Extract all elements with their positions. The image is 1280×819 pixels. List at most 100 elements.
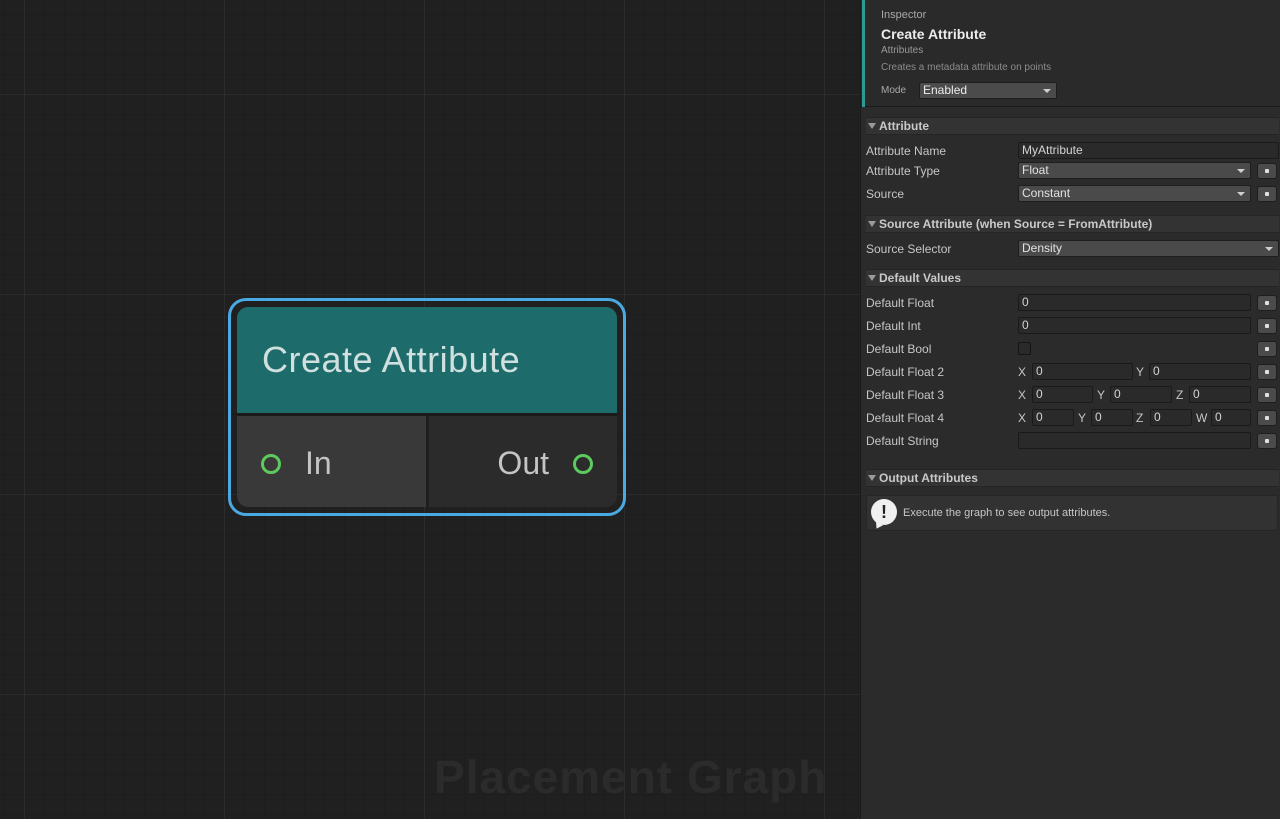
default-int-reset-button[interactable] bbox=[1257, 318, 1277, 334]
collapse-triangle-icon[interactable] bbox=[868, 221, 876, 227]
section-attribute[interactable]: Attribute bbox=[866, 117, 1279, 135]
chevron-down-icon bbox=[1043, 89, 1051, 93]
default-float4-y-value: 0 bbox=[1095, 410, 1102, 424]
default-int-value: 0 bbox=[1022, 318, 1029, 332]
default-float-field[interactable]: 0 bbox=[1018, 294, 1251, 311]
section-source-attribute[interactable]: Source Attribute (when Source = FromAttr… bbox=[866, 215, 1279, 233]
section-default-values[interactable]: Default Values bbox=[866, 269, 1279, 287]
default-float3-z-value: 0 bbox=[1193, 387, 1200, 401]
source-selector-label: Source Selector bbox=[866, 242, 952, 256]
section-output-attributes[interactable]: Output Attributes bbox=[866, 469, 1279, 487]
default-string-label: Default String bbox=[866, 434, 939, 448]
chevron-down-icon bbox=[1237, 192, 1245, 196]
section-title: Default Values bbox=[879, 271, 962, 285]
attribute-type-reset-button[interactable] bbox=[1257, 163, 1277, 179]
chevron-down-icon bbox=[1237, 169, 1245, 173]
section-title: Attribute bbox=[879, 119, 929, 133]
default-int-label: Default Int bbox=[866, 319, 921, 333]
default-int-field[interactable]: 0 bbox=[1018, 317, 1251, 334]
info-exclamation-icon: ! bbox=[871, 499, 897, 525]
default-float3-z-field[interactable]: 0 bbox=[1189, 386, 1251, 403]
default-float2-x-field[interactable]: 0 bbox=[1032, 363, 1133, 380]
x-axis-label: X bbox=[1018, 388, 1027, 402]
node-description: Creates a metadata attribute on points bbox=[881, 62, 1052, 73]
default-float2-reset-button[interactable] bbox=[1257, 364, 1277, 380]
attribute-name-value: MyAttribute bbox=[1022, 143, 1083, 157]
default-float2-y-value: 0 bbox=[1153, 364, 1160, 378]
default-float-reset-button[interactable] bbox=[1257, 295, 1277, 311]
input-pin-icon[interactable] bbox=[261, 453, 281, 474]
z-axis-label: Z bbox=[1136, 411, 1144, 425]
default-float2-x-value: 0 bbox=[1036, 364, 1043, 378]
default-float3-x-field[interactable]: 0 bbox=[1032, 386, 1093, 403]
y-axis-label: Y bbox=[1097, 388, 1106, 402]
y-axis-label: Y bbox=[1078, 411, 1087, 425]
inspector-label: Inspector bbox=[881, 9, 927, 21]
mode-dropdown[interactable]: Enabled bbox=[919, 82, 1057, 99]
mode-label: Mode bbox=[881, 85, 907, 96]
collapse-triangle-icon[interactable] bbox=[868, 475, 876, 481]
source-selector-dropdown[interactable]: Density bbox=[1018, 240, 1279, 257]
default-float3-reset-button[interactable] bbox=[1257, 387, 1277, 403]
default-float2-label: Default Float 2 bbox=[866, 365, 945, 379]
default-bool-reset-button[interactable] bbox=[1257, 341, 1277, 357]
graph-watermark: Placement Graph bbox=[434, 751, 828, 803]
section-title: Output Attributes bbox=[879, 471, 978, 485]
default-bool-checkbox[interactable] bbox=[1018, 342, 1031, 355]
node-container: Create Attribute In Out bbox=[237, 307, 617, 507]
section-title: Source Attribute (when Source = FromAttr… bbox=[879, 217, 1153, 231]
output-pin-icon[interactable] bbox=[573, 453, 593, 474]
default-float3-label: Default Float 3 bbox=[866, 388, 945, 402]
z-axis-label: Z bbox=[1176, 388, 1184, 402]
default-float4-label: Default Float 4 bbox=[866, 411, 945, 425]
default-float4-reset-button[interactable] bbox=[1257, 410, 1277, 426]
default-float3-y-value: 0 bbox=[1114, 387, 1121, 401]
default-float3-x-value: 0 bbox=[1036, 387, 1043, 401]
default-float4-w-value: 0 bbox=[1215, 410, 1222, 424]
inspector-panel: Inspector Create Attribute Attributes Cr… bbox=[860, 0, 1280, 819]
help-box: ! Execute the graph to see output attrib… bbox=[866, 495, 1278, 531]
source-dropdown[interactable]: Constant bbox=[1018, 185, 1251, 202]
default-string-reset-button[interactable] bbox=[1257, 433, 1277, 449]
source-reset-button[interactable] bbox=[1257, 186, 1277, 202]
collapse-triangle-icon[interactable] bbox=[868, 123, 876, 129]
node-header[interactable]: Create Attribute bbox=[237, 307, 617, 416]
default-float4-w-field[interactable]: 0 bbox=[1211, 409, 1251, 426]
attribute-type-label: Attribute Type bbox=[866, 164, 940, 178]
help-text: Execute the graph to see output attribut… bbox=[903, 507, 1111, 519]
node-category: Attributes bbox=[881, 45, 924, 56]
attribute-name-label: Attribute Name bbox=[866, 144, 947, 158]
default-float4-y-field[interactable]: 0 bbox=[1091, 409, 1133, 426]
output-port-label: Out bbox=[497, 445, 549, 481]
source-value: Constant bbox=[1022, 186, 1071, 200]
y-axis-label: Y bbox=[1136, 365, 1145, 379]
default-float3-y-field[interactable]: 0 bbox=[1110, 386, 1172, 403]
x-axis-label: X bbox=[1018, 365, 1027, 379]
default-float4-x-value: 0 bbox=[1036, 410, 1043, 424]
source-selector-value: Density bbox=[1022, 241, 1063, 255]
default-string-field[interactable] bbox=[1018, 432, 1251, 449]
chevron-down-icon bbox=[1265, 247, 1273, 251]
inspector-title: Create Attribute bbox=[881, 26, 987, 42]
accent-bar bbox=[862, 0, 865, 107]
graph-node-create-attribute[interactable]: Create Attribute In Out bbox=[228, 298, 626, 516]
output-port[interactable]: Out bbox=[428, 416, 617, 507]
graph-canvas[interactable]: Create Attribute In Out Placement Graph bbox=[0, 0, 860, 819]
attribute-type-value: Float bbox=[1022, 163, 1049, 177]
default-bool-label: Default Bool bbox=[866, 342, 932, 356]
input-port-label: In bbox=[305, 445, 332, 481]
attribute-type-dropdown[interactable]: Float bbox=[1018, 162, 1251, 179]
w-axis-label: W bbox=[1196, 411, 1208, 425]
input-port[interactable]: In bbox=[237, 416, 429, 507]
attribute-name-field[interactable]: MyAttribute bbox=[1018, 142, 1279, 159]
default-float4-z-field[interactable]: 0 bbox=[1150, 409, 1192, 426]
inspector-header: Inspector Create Attribute Attributes Cr… bbox=[861, 0, 1280, 107]
default-float-label: Default Float bbox=[866, 296, 935, 310]
default-float4-x-field[interactable]: 0 bbox=[1032, 409, 1074, 426]
source-label: Source bbox=[866, 187, 905, 201]
default-float2-y-field[interactable]: 0 bbox=[1149, 363, 1251, 380]
node-title: Create Attribute bbox=[262, 339, 521, 380]
mode-value: Enabled bbox=[923, 83, 968, 97]
collapse-triangle-icon[interactable] bbox=[868, 275, 876, 281]
default-float-value: 0 bbox=[1022, 295, 1029, 309]
